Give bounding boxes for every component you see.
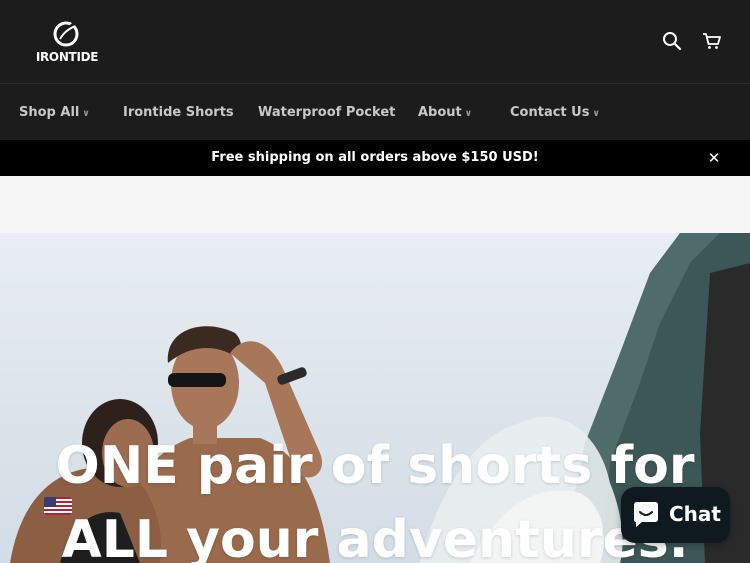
- chat-bubble-icon: [634, 502, 658, 527]
- search-icon[interactable]: [661, 30, 683, 52]
- nav-item-label: Shop All: [19, 105, 80, 120]
- hero-banner: ONE pair of shorts for ALL your adventur…: [0, 233, 750, 563]
- nav-item-label: Waterproof Pocket: [258, 105, 396, 120]
- nav-item-irontide-shorts[interactable]: Irontide Shorts: [123, 105, 234, 120]
- nav-item-label: Contact Us: [510, 105, 590, 120]
- nav-item-label: About: [418, 105, 462, 120]
- nav-item-contact-us[interactable]: Contact Us ∨: [510, 105, 600, 120]
- brand-name: IRONTIDE: [35, 50, 99, 64]
- chevron-down-icon: ∨: [464, 109, 473, 119]
- chat-label: Chat: [669, 502, 721, 526]
- us-flag-icon[interactable]: [44, 497, 72, 515]
- nav-item-label: Irontide Shorts: [123, 105, 234, 120]
- chat-button[interactable]: Chat: [621, 487, 730, 543]
- main-nav: Shop All ∨ Irontide Shorts Waterproof Poc…: [0, 85, 750, 140]
- logo-mark-icon: [53, 21, 79, 47]
- brand-logo[interactable]: IRONTIDE: [26, 20, 108, 66]
- nav-item-shop-all[interactable]: Shop All ∨: [19, 105, 90, 120]
- chevron-down-icon: ∨: [592, 109, 600, 119]
- spacer-strip: [0, 176, 750, 233]
- announcement-text: Free shipping on all orders above $150 U…: [211, 150, 539, 165]
- close-icon[interactable]: ✕: [706, 150, 722, 166]
- nav-item-about[interactable]: About ∨: [418, 105, 472, 120]
- cart-icon[interactable]: [701, 30, 723, 52]
- site-header: IRONTIDE: [0, 0, 750, 84]
- announcement-bar: Free shipping on all orders above $150 U…: [0, 140, 750, 176]
- nav-item-waterproof-pocket[interactable]: Waterproof Pocket: [258, 105, 395, 120]
- chevron-down-icon: ∨: [82, 109, 90, 119]
